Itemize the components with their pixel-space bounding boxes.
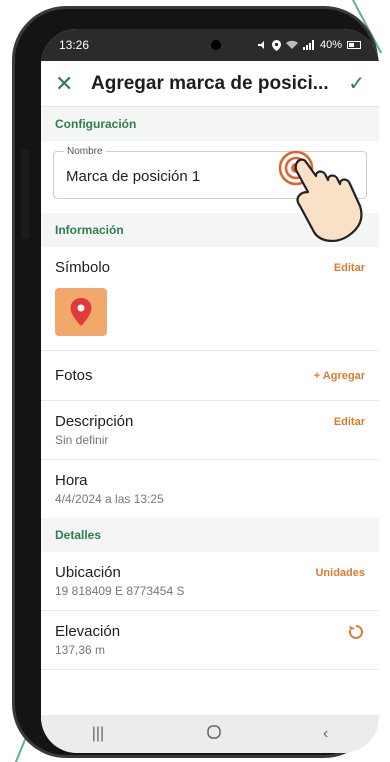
symbol-label: Símbolo	[55, 259, 111, 276]
name-field-label: Nombre	[64, 146, 106, 157]
battery-percent: 40%	[319, 39, 342, 51]
units-button[interactable]: Unidades	[315, 564, 365, 579]
signal-icon	[302, 40, 314, 50]
status-bar: 13:26 40%	[41, 29, 379, 61]
navigation-bar: ||| ‹	[41, 715, 379, 753]
section-header-detalles: Detalles	[41, 518, 379, 552]
photos-row: Fotos + Agregar	[41, 351, 379, 401]
close-icon[interactable]: ✕	[55, 71, 83, 97]
app-bar: ✕ Agregar marca de posici... ✓	[41, 61, 379, 107]
location-label: Ubicación	[55, 564, 121, 581]
elevation-value: 137,36 m	[55, 643, 106, 657]
location-row: Ubicación 19 818409 E 8773454 S Unidades	[41, 552, 379, 611]
camera-hole	[211, 40, 221, 50]
symbol-row: Símbolo Editar	[41, 247, 379, 351]
time-label: Hora	[55, 472, 88, 489]
description-row: Descripción Sin definir Editar	[41, 401, 379, 460]
time-row: Hora 4/4/2024 a las 13:25	[41, 460, 379, 518]
recent-apps-icon[interactable]: |||	[92, 725, 104, 743]
check-icon[interactable]: ✓	[343, 71, 365, 96]
description-edit-button[interactable]: Editar	[334, 413, 365, 428]
description-label: Descripción	[55, 413, 134, 430]
photos-label: Fotos	[55, 367, 93, 384]
side-button	[21, 149, 29, 239]
symbol-preview[interactable]	[55, 288, 107, 336]
elevation-label: Elevación	[55, 623, 121, 640]
back-icon[interactable]: ‹	[323, 725, 328, 743]
screen: 13:26 40% ✕ Agregar marca de posici... ✓…	[41, 29, 379, 753]
page-title: Agregar marca de posici...	[91, 72, 329, 94]
location-pin-icon	[70, 298, 92, 326]
mute-icon	[257, 41, 264, 49]
elevation-row: Elevación 137,36 m	[41, 611, 379, 670]
symbol-edit-button[interactable]: Editar	[334, 259, 365, 274]
status-icons: 40%	[257, 39, 361, 51]
tap-hand-icon	[278, 150, 363, 242]
section-header-configuracion: Configuración	[41, 107, 379, 141]
time-value: 4/4/2024 a las 13:25	[55, 492, 164, 506]
wifi-icon	[285, 40, 298, 49]
battery-icon	[347, 41, 361, 49]
reset-icon[interactable]	[347, 623, 365, 641]
location-icon	[271, 39, 281, 51]
home-icon[interactable]	[206, 724, 222, 745]
phone-frame: 13:26 40% ✕ Agregar marca de posici... ✓…	[12, 6, 379, 758]
description-value: Sin definir	[55, 433, 109, 447]
add-photo-button[interactable]: + Agregar	[314, 367, 365, 382]
location-value: 19 818409 E 8773454 S	[55, 584, 185, 598]
status-time: 13:26	[59, 38, 90, 52]
